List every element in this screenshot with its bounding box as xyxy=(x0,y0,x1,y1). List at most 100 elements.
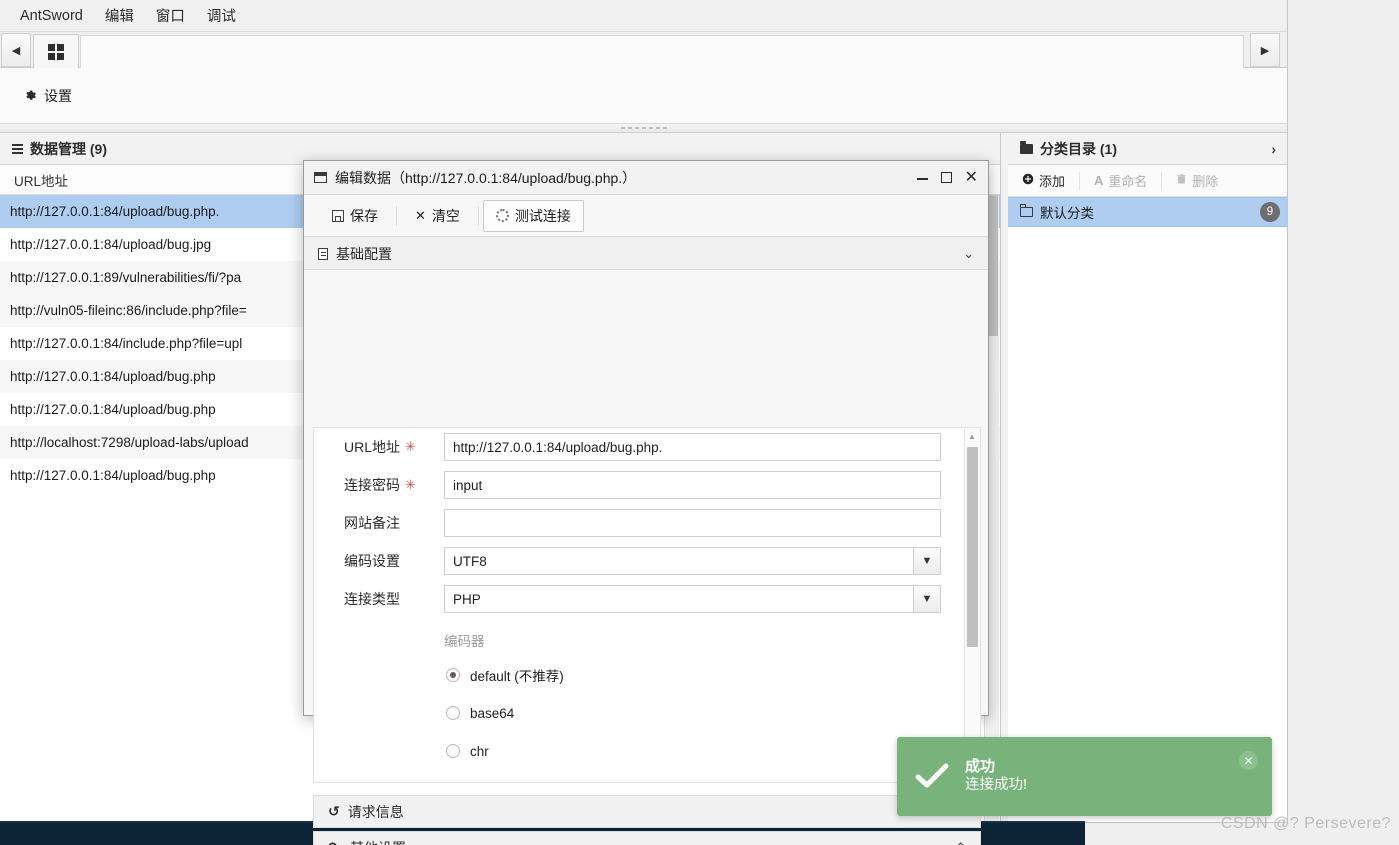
chevron-down-icon[interactable]: ⌄ xyxy=(963,246,974,262)
settings-button[interactable]: 设置 xyxy=(24,86,72,106)
category-item-label: 默认分类 xyxy=(1040,206,1094,221)
scrollbar-thumb[interactable] xyxy=(967,447,978,647)
toolbar-divider xyxy=(477,205,479,226)
label-note: 网站备注 xyxy=(344,513,444,533)
clear-button[interactable]: ✕ 清空 xyxy=(401,201,474,231)
grid-icon xyxy=(48,43,64,60)
radio-icon[interactable] xyxy=(446,744,460,758)
spinner-icon xyxy=(495,209,509,222)
row-url: http://127.0.0.1:84/include.php?file=upl xyxy=(10,336,243,351)
save-button[interactable]: 保存 xyxy=(318,201,392,231)
delete-category-button[interactable]: 删除 xyxy=(1162,165,1232,196)
delete-category-label: 删除 xyxy=(1192,174,1219,189)
encoding-select-value: UTF8 xyxy=(453,553,487,569)
radio-label-base64: base64 xyxy=(470,705,515,721)
label-encoding: 编码设置 xyxy=(344,551,444,571)
label-url-text: URL地址 xyxy=(344,439,401,455)
list-item[interactable]: 默认分类 9 xyxy=(1008,197,1287,227)
dialog-form-scrollbar[interactable]: ▲ ▼ xyxy=(964,429,979,781)
menu-bar: AntSword 编辑 窗口 调试 xyxy=(0,0,1287,32)
chevron-right-icon: ▶ xyxy=(1260,44,1270,57)
refresh-icon: ↻ xyxy=(328,803,340,819)
row-url: http://127.0.0.1:84/upload/bug.php xyxy=(10,369,216,384)
menu-item-edit[interactable]: 编辑 xyxy=(95,2,144,29)
label-password: 连接密码 ✳ xyxy=(344,475,444,495)
test-connection-button[interactable]: 测试连接 xyxy=(482,199,584,232)
section-header-request-info[interactable]: ↻ 请求信息 ⌃ xyxy=(313,795,981,828)
radio-option-base64[interactable]: base64 xyxy=(314,694,980,732)
section-header-other-settings[interactable]: 其他设置 ⌃ xyxy=(313,831,981,845)
chevron-down-icon[interactable]: ▼ xyxy=(913,548,940,574)
row-url: http://127.0.0.1:84/upload/bug.jpg xyxy=(10,237,212,252)
gear-icon xyxy=(24,89,37,102)
data-panel-title: 数据管理 (9) xyxy=(30,140,107,157)
radio-icon[interactable] xyxy=(446,706,460,720)
gears-icon xyxy=(328,841,342,845)
edit-data-dialog: 编辑数据（http://127.0.0.1:84/upload/bug.php.… xyxy=(303,160,989,845)
dialog-title-bar[interactable]: 编辑数据（http://127.0.0.1:84/upload/bug.php.… xyxy=(304,161,988,195)
tab-scroll-left-button[interactable]: ◀ xyxy=(1,33,31,67)
toolbar-divider xyxy=(396,205,397,226)
tab-scroll-right-button[interactable]: ▶ xyxy=(1250,33,1280,67)
toast-text: 成功 连接成功! xyxy=(965,758,1027,796)
category-toolbar: 添加 A 重命名 删除 xyxy=(1008,165,1287,197)
url-input[interactable] xyxy=(444,433,941,461)
required-asterisk: ✳ xyxy=(405,477,416,492)
rename-category-label: 重命名 xyxy=(1108,174,1148,189)
form-row-note: 网站备注 xyxy=(314,504,980,542)
menu-item-window[interactable]: 窗口 xyxy=(146,2,195,29)
document-icon xyxy=(318,247,328,260)
folder-outline-icon xyxy=(1019,204,1033,217)
section-header-basic-config[interactable]: 基础配置 ⌄ xyxy=(304,237,988,270)
horizontal-splitter[interactable] xyxy=(0,124,1287,133)
settings-bar: 设置 xyxy=(0,68,1287,124)
password-input[interactable] xyxy=(444,471,941,499)
radio-label-chr: chr xyxy=(470,743,489,759)
chevron-up-icon[interactable]: ⌃ xyxy=(955,840,966,845)
section-other-label: 其他设置 xyxy=(350,838,406,845)
close-icon[interactable]: ✕ xyxy=(965,169,978,186)
connection-type-value: PHP xyxy=(453,591,481,607)
tab-home[interactable] xyxy=(33,34,79,68)
radio-option-default[interactable]: default (不推荐) xyxy=(314,656,980,694)
encoding-select[interactable]: UTF8 ▼ xyxy=(444,547,941,575)
form-row-password: 连接密码 ✳ xyxy=(314,466,980,504)
folder-icon xyxy=(1020,140,1033,154)
radio-option-chr[interactable]: chr xyxy=(314,732,980,770)
radio-icon[interactable] xyxy=(446,668,460,682)
category-directory-panel: 分类目录 (1) › 添加 A 重命名 删除 默认分类 9 xyxy=(1008,133,1287,822)
tab-strip: ◀ ▶ xyxy=(0,32,1287,68)
row-url: http://127.0.0.1:84/upload/bug.php xyxy=(10,402,216,417)
dialog-collapsed-sections: ↻ 请求信息 ⌃ 其他设置 ⌃ xyxy=(313,795,981,845)
menu-item-antsword[interactable]: AntSword xyxy=(10,5,93,27)
dialog-form-body: URL地址 ✳ 连接密码 ✳ 网站备注 编码设置 xyxy=(313,427,981,783)
rename-category-button[interactable]: A 重命名 xyxy=(1080,165,1161,196)
category-panel-title: 分类目录 (1) xyxy=(1040,140,1117,157)
section-basic-label: 基础配置 xyxy=(336,245,392,262)
close-icon[interactable]: ✕ xyxy=(1239,751,1258,770)
label-encoding-text: 编码设置 xyxy=(344,553,400,569)
add-category-label: 添加 xyxy=(1039,174,1066,189)
maximize-button[interactable] xyxy=(940,172,952,183)
list-icon xyxy=(12,143,23,154)
toast-title: 成功 xyxy=(965,757,996,775)
connection-type-select[interactable]: PHP ▼ xyxy=(444,585,941,613)
label-url: URL地址 ✳ xyxy=(344,437,444,457)
menu-item-debug[interactable]: 调试 xyxy=(197,2,246,29)
note-input[interactable] xyxy=(444,509,941,537)
close-x-icon: ✕ xyxy=(415,207,426,223)
row-url: http://127.0.0.1:84/upload/bug.php. xyxy=(10,204,220,219)
add-category-button[interactable]: 添加 xyxy=(1008,165,1079,196)
label-conn-type: 连接类型 xyxy=(344,589,444,609)
save-label: 保存 xyxy=(350,207,378,224)
chevron-down-icon[interactable]: ▼ xyxy=(913,586,940,612)
radio-label-default: default (不推荐) xyxy=(470,669,564,684)
chevron-right-icon[interactable]: › xyxy=(1271,141,1276,157)
dialog-window-controls: ✕ xyxy=(916,169,978,186)
watermark: CSDN @? Persevere? xyxy=(1220,815,1391,832)
letter-a-icon: A xyxy=(1094,173,1104,188)
chevron-left-icon: ◀ xyxy=(11,44,21,57)
row-url: http://vuln05-fileinc:86/include.php?fil… xyxy=(10,303,247,318)
scroll-up-icon[interactable]: ▲ xyxy=(965,429,979,443)
check-icon xyxy=(915,762,949,792)
